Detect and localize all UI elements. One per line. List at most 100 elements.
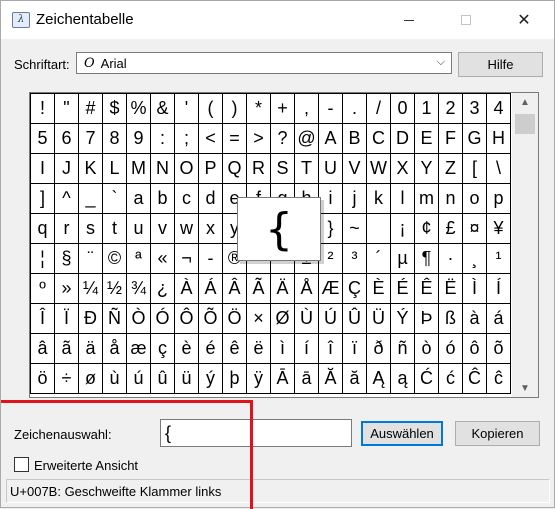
char-cell[interactable]: Û	[343, 304, 367, 334]
char-cell[interactable]: V	[343, 154, 367, 184]
char-cell[interactable]: ú	[127, 364, 151, 394]
char-cell[interactable]: H	[487, 124, 511, 154]
char-cell[interactable]: !	[31, 94, 55, 124]
char-cell[interactable]: ā	[295, 364, 319, 394]
char-cell[interactable]: }	[319, 214, 343, 244]
char-cell[interactable]: Þ	[415, 304, 439, 334]
char-cell[interactable]: >	[247, 124, 271, 154]
char-cell[interactable]: P	[199, 154, 223, 184]
char-cell[interactable]: ü	[175, 364, 199, 394]
char-cell[interactable]: à	[463, 304, 487, 334]
scroll-down-arrow-icon[interactable]: ▼	[512, 379, 538, 397]
char-cell[interactable]: F	[439, 124, 463, 154]
char-cell[interactable]: ¾	[127, 274, 151, 304]
char-cell[interactable]: m	[415, 184, 439, 214]
char-cell[interactable]: Í	[487, 274, 511, 304]
char-cell[interactable]: x	[199, 214, 223, 244]
char-selection-input[interactable]: {	[160, 419, 352, 447]
char-cell[interactable]: J	[55, 154, 79, 184]
help-button[interactable]: Hilfe	[458, 52, 543, 77]
char-cell[interactable]: ã	[55, 334, 79, 364]
char-cell[interactable]: T	[295, 154, 319, 184]
char-cell[interactable]: i	[319, 184, 343, 214]
char-cell[interactable]: £	[439, 214, 463, 244]
char-cell[interactable]: n	[439, 184, 463, 214]
char-cell[interactable]: µ	[391, 244, 415, 274]
char-cell[interactable]: ?	[271, 124, 295, 154]
char-cell[interactable]: À	[175, 274, 199, 304]
char-cell[interactable]: ă	[343, 364, 367, 394]
char-cell[interactable]: O	[175, 154, 199, 184]
char-cell[interactable]: ÷	[55, 364, 79, 394]
char-cell[interactable]: #	[79, 94, 103, 124]
char-cell[interactable]: á	[487, 304, 511, 334]
char-cell[interactable]: p	[487, 184, 511, 214]
char-cell[interactable]: W	[367, 154, 391, 184]
char-cell[interactable]: ò	[415, 334, 439, 364]
char-cell[interactable]: o	[463, 184, 487, 214]
char-cell[interactable]: U	[319, 154, 343, 184]
char-cell[interactable]: 2	[439, 94, 463, 124]
char-cell[interactable]: ]	[31, 184, 55, 214]
char-cell[interactable]: º	[31, 274, 55, 304]
char-cell[interactable]: t	[103, 214, 127, 244]
char-cell[interactable]: M	[127, 154, 151, 184]
char-cell[interactable]: 5	[31, 124, 55, 154]
char-cell[interactable]: ï	[343, 334, 367, 364]
char-cell[interactable]: '	[175, 94, 199, 124]
char-cell[interactable]: ß	[439, 304, 463, 334]
char-cell[interactable]: K	[79, 154, 103, 184]
char-cell[interactable]: Î	[31, 304, 55, 334]
char-cell[interactable]: v	[151, 214, 175, 244]
char-cell[interactable]: ~	[343, 214, 367, 244]
char-cell[interactable]: Æ	[319, 274, 343, 304]
char-cell[interactable]: Ñ	[103, 304, 127, 334]
char-cell[interactable]: S	[271, 154, 295, 184]
char-cell[interactable]: ½	[103, 274, 127, 304]
char-cell[interactable]: ¼	[79, 274, 103, 304]
char-cell[interactable]: Ð	[79, 304, 103, 334]
char-cell[interactable]: Ą	[367, 364, 391, 394]
char-cell[interactable]: ¥	[487, 214, 511, 244]
char-cell[interactable]: Ā	[271, 364, 295, 394]
char-cell[interactable]: Ø	[271, 304, 295, 334]
char-cell[interactable]: B	[343, 124, 367, 154]
char-cell[interactable]: ©	[103, 244, 127, 274]
char-cell[interactable]: r	[55, 214, 79, 244]
scrollbar-thumb[interactable]	[515, 114, 535, 134]
char-cell[interactable]: ¹	[487, 244, 511, 274]
char-cell[interactable]: X	[391, 154, 415, 184]
char-cell[interactable]: _	[79, 184, 103, 214]
char-cell[interactable]: ë	[247, 334, 271, 364]
char-cell[interactable]: a	[127, 184, 151, 214]
advanced-view-label[interactable]: Erweiterte Ansicht	[34, 458, 138, 473]
char-cell[interactable]: j	[343, 184, 367, 214]
char-cell[interactable]: Ä	[271, 274, 295, 304]
char-cell[interactable]: ą	[391, 364, 415, 394]
char-cell[interactable]: Õ	[199, 304, 223, 334]
char-cell[interactable]: Ç	[343, 274, 367, 304]
char-cell[interactable]: ø	[79, 364, 103, 394]
char-cell[interactable]: R	[247, 154, 271, 184]
char-cell[interactable]: ý	[199, 364, 223, 394]
char-cell[interactable]: Â	[223, 274, 247, 304]
char-cell[interactable]: 0	[391, 94, 415, 124]
char-cell[interactable]: k	[367, 184, 391, 214]
font-dropdown[interactable]: O Arial ⌵	[76, 52, 452, 74]
char-cell[interactable]: /	[367, 94, 391, 124]
char-cell[interactable]: Å	[295, 274, 319, 304]
char-cell[interactable]: ³	[343, 244, 367, 274]
char-cell[interactable]: E	[415, 124, 439, 154]
char-cell[interactable]: ÿ	[247, 364, 271, 394]
char-cell[interactable]: ¦	[31, 244, 55, 274]
char-cell[interactable]: Ć	[415, 364, 439, 394]
char-cell[interactable]: l	[391, 184, 415, 214]
char-cell[interactable]: þ	[223, 364, 247, 394]
char-cell[interactable]: u	[127, 214, 151, 244]
char-cell[interactable]: \	[487, 154, 511, 184]
char-cell[interactable]: ×	[247, 304, 271, 334]
char-cell[interactable]: ¸	[463, 244, 487, 274]
char-cell[interactable]: ¿	[151, 274, 175, 304]
char-cell[interactable]: ¬	[175, 244, 199, 274]
char-cell[interactable]: L	[103, 154, 127, 184]
